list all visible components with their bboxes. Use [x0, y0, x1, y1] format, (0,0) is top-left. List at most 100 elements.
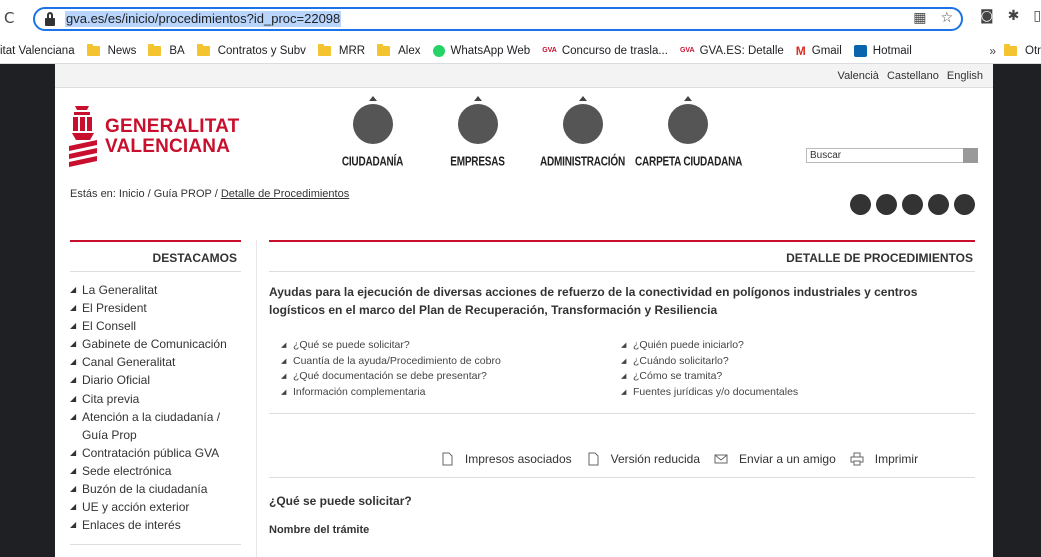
search-icon[interactable] [963, 148, 978, 163]
quick-links-right: ◢ ¿Quién puede iniciarlo? ◢ ¿Cuándo solici… [621, 338, 961, 400]
lang-castellano[interactable]: Castellano [887, 70, 939, 82]
bookmark-concurso[interactable]: GVA Concurso de trasla... [542, 45, 668, 57]
sidepanel-icon[interactable]: ▯ [1033, 8, 1041, 24]
more-bookmarks-button[interactable]: » [989, 44, 996, 58]
section-heading: ¿Qué se puede solicitar? [269, 494, 412, 508]
quick-link[interactable]: ◢ Información complementaria [281, 385, 621, 401]
arrow-icon: ◢ [281, 341, 287, 349]
arrow-icon: ◢ [281, 356, 287, 365]
sidebar-title: DESTACAMOS [70, 240, 241, 272]
sidebar-item-buzon[interactable]: ◢ Buzón de la ciudadanía [70, 480, 241, 498]
twitter-icon[interactable] [876, 194, 897, 215]
puzzle-extensions-icon[interactable]: ✱ [1008, 8, 1020, 24]
sidebar-item-el-consell[interactable]: ◢ El Consell [70, 317, 241, 335]
imprimir-link[interactable]: Imprimir [850, 452, 918, 466]
search-input[interactable] [810, 149, 960, 162]
page-actions: Impresos asociados Versión reducida Envi… [269, 452, 975, 466]
bookmarks-bar: itat Valenciana News BA Contratos y Subv… [0, 38, 1041, 64]
caret-up-icon [368, 96, 377, 101]
url-text[interactable]: gva.es/es/inicio/procedimientos?id_proc=… [65, 11, 342, 27]
bookmark-alex[interactable]: Alex [377, 43, 421, 57]
breadcrumb-current[interactable]: Detalle de Procedimientos [221, 188, 349, 200]
folder-icon [196, 43, 210, 56]
sidebar-item-el-president[interactable]: ◢ El President [70, 299, 241, 317]
social-links [850, 194, 975, 215]
facebook-icon[interactable] [928, 194, 949, 215]
arrow-icon: ◢ [281, 372, 287, 380]
sidebar-item-enlaces[interactable]: ◢ Enlaces de interés [70, 516, 241, 534]
sidebar-item-diario[interactable]: ◢ Diario Oficial [70, 371, 241, 389]
quick-link[interactable]: ◢ ¿Qué se puede solicitar? [281, 338, 621, 354]
search-box [806, 148, 978, 163]
gva-logo[interactable]: GENERALITAT VALENCIANA [69, 104, 269, 174]
bookmark-star-icon[interactable]: ☆ [940, 10, 953, 26]
folder-icon [377, 43, 391, 56]
outlook-icon [853, 44, 867, 57]
quick-link[interactable]: ◢ ¿Quién puede iniciarlo? [621, 338, 961, 354]
quick-link[interactable]: ◢ Fuentes jurídicas y/o documentales [621, 385, 961, 401]
arrow-icon: ◢ [621, 372, 627, 380]
sidebar-item-contratacion[interactable]: ◢ Contratación pública GVA [70, 444, 241, 462]
sidebar-item-la-generalitat[interactable]: ◢ La Generalitat [70, 281, 241, 299]
sidebar-item-atencion[interactable]: ◢ Atención a la ciudadanía / [70, 408, 241, 426]
bookmark-whatsapp[interactable]: WhatsApp Web [432, 44, 530, 57]
arrow-icon: ◢ [70, 303, 77, 313]
enviar-amigo-link[interactable]: Enviar a un amigo [714, 452, 836, 466]
sidebar-item-guia-prop[interactable]: Guía Prop [70, 426, 241, 444]
impresos-asociados-link[interactable]: Impresos asociados [440, 452, 572, 466]
youtube-icon[interactable] [902, 194, 923, 215]
other-bookmarks[interactable]: Otr [1004, 43, 1041, 57]
gva-icon: GVA [679, 47, 695, 54]
arrow-icon: ◢ [70, 447, 77, 457]
nav-administracion[interactable]: ADMINISTRACIÓN [530, 96, 635, 176]
column-divider [256, 240, 257, 557]
quick-link[interactable]: ◢ ¿Cómo se tramita? [621, 369, 961, 385]
language-bar: Valencià Castellano English [55, 64, 993, 88]
breadcrumb-prefix: Estás en: Inicio / Guía PROP / [70, 188, 221, 200]
arrow-icon: ◢ [70, 465, 77, 475]
gmail-icon: M [795, 43, 806, 58]
lock-icon[interactable] [45, 12, 55, 26]
flickr-icon[interactable] [954, 194, 975, 215]
bookmark-contratos[interactable]: Contratos y Subv [196, 43, 306, 57]
mail-icon [714, 454, 728, 464]
bookmark-gmail[interactable]: M Gmail [796, 44, 842, 58]
bookmark-ba[interactable]: BA [148, 43, 185, 57]
quick-links: ◢ ¿Qué se puede solicitar? ◢ Cuantía de la… [269, 338, 975, 400]
sidebar-item-cita[interactable]: ◢ Cita previa [70, 390, 241, 408]
bookmark-hotmail[interactable]: Hotmail [853, 44, 912, 57]
nav-carpeta-ciudadana[interactable]: CARPETA CIUDADANA [635, 96, 742, 176]
arrow-icon: ◢ [70, 520, 77, 530]
divider [269, 477, 975, 478]
arrow-icon: ◢ [70, 321, 77, 331]
quick-link[interactable]: ◢ ¿Qué documentación se debe presentar? [281, 369, 621, 385]
bookmark-news[interactable]: News [86, 43, 136, 57]
lang-english[interactable]: English [947, 70, 983, 82]
bookmark-gva-detalle[interactable]: GVA GVA.ES: Detalle [680, 45, 784, 57]
logo-line-1: GENERALITAT [105, 116, 240, 137]
address-bar[interactable]: gva.es/es/inicio/procedimientos?id_proc=… [33, 7, 963, 31]
quick-link[interactable]: ◢ ¿Cuándo solicitarlo? [621, 354, 961, 370]
lang-valencia[interactable]: Valencià [838, 70, 879, 82]
quick-link[interactable]: ◢ Cuantía de la ayuda/Procedimiento de co… [281, 354, 621, 370]
handshake-icon [562, 104, 603, 144]
sidebar: DESTACAMOS ◢ La Generalitat ◢ El President… [70, 240, 241, 546]
nav-ciudadania[interactable]: CIUDADANÍA [320, 96, 425, 176]
sidebar-item-sede[interactable]: ◢ Sede electrónica [70, 462, 241, 480]
sidebar-item-gabinete[interactable]: ◢ Gabinete de Comunicación [70, 335, 241, 353]
bookmark-generalitat[interactable]: itat Valenciana [0, 45, 75, 57]
nav-empresas[interactable]: EMPRESAS [425, 96, 530, 176]
arrow-icon: ◢ [70, 502, 77, 512]
caret-up-icon [683, 96, 692, 101]
extension-shield-icon[interactable]: ◙ [980, 8, 994, 24]
sidebar-item-canal[interactable]: ◢ Canal Generalitat [70, 353, 241, 371]
bookmark-mrr[interactable]: MRR [317, 43, 365, 57]
iv-icon[interactable] [850, 194, 871, 215]
qr-code-icon[interactable]: ▦ [913, 10, 926, 26]
arrow-icon: ◢ [70, 285, 77, 294]
version-reducida-link[interactable]: Versión reducida [586, 452, 700, 466]
procedure-heading: Ayudas para la ejecución de diversas acc… [269, 285, 918, 317]
sidebar-item-ue[interactable]: ◢ UE y acción exterior [70, 498, 241, 516]
web-page: Valencià Castellano English GENERALITAT … [55, 64, 993, 557]
reload-icon[interactable]: C [4, 9, 14, 27]
